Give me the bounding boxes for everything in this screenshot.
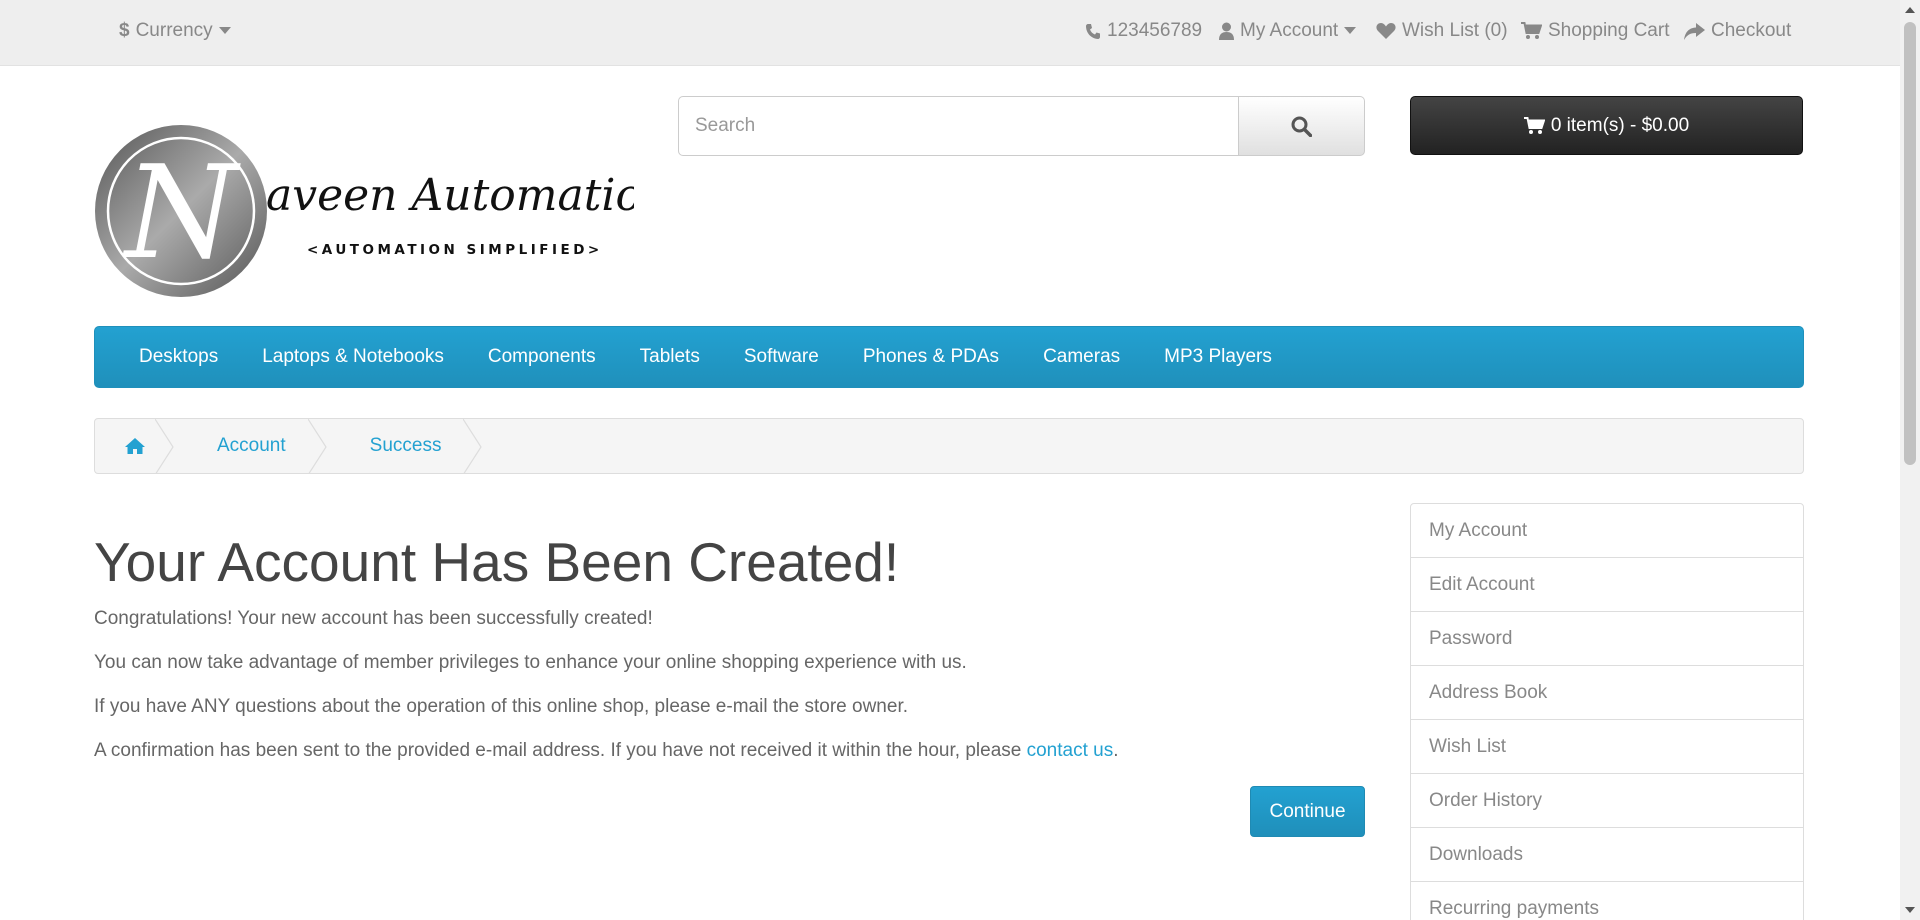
page-title: Your Account Has Been Created! [94,531,900,593]
success-message: Congratulations! Your new account has be… [94,608,653,629]
main-menu: Desktops Laptops & Notebooks Components … [94,326,1804,388]
menu-item-phones-pdas[interactable]: Phones & PDAs [841,346,1021,368]
main-content: Your Account Has Been Created! Congratul… [94,530,1364,784]
scroll-down-arrow-icon[interactable] [1904,904,1916,916]
wishlist-link[interactable]: Wish List (0) [1376,19,1508,43]
checkout-label: Checkout [1711,20,1792,41]
caret-down-icon [218,27,231,35]
menu-item-cameras[interactable]: Cameras [1021,346,1142,368]
site-logo[interactable]: N aveen Automation Labs <AUTOMATION SIMP… [94,124,634,299]
breadcrumb-success-label: Success [369,435,442,456]
breadcrumb-account-label: Account [217,435,286,456]
menu-item-mp3-players[interactable]: MP3 Players [1142,346,1294,368]
sidebar-item-edit-account[interactable]: Edit Account [1410,557,1804,612]
scrollbar-thumb[interactable] [1904,22,1916,465]
search-icon [1291,116,1312,137]
logo-letter: N [122,139,241,288]
menu-item-components[interactable]: Components [466,346,618,368]
sidebar-item-my-account[interactable]: My Account [1410,503,1804,558]
confirmation-text: A confirmation has been sent to the prov… [94,740,1027,761]
sidebar-item-recurring-payments[interactable]: Recurring payments [1410,881,1804,920]
menu-item-software[interactable]: Software [722,346,841,368]
shopping-cart-label: Shopping Cart [1548,20,1670,41]
account-sidebar: My Account Edit Account Password Address… [1410,503,1804,920]
breadcrumb-home[interactable] [95,419,174,473]
caret-down-icon [1344,27,1357,35]
logo-tagline: <AUTOMATION SIMPLIFIED> [307,242,603,258]
breadcrumb-success[interactable]: Success [326,419,483,473]
my-account-dropdown[interactable]: My Account [1219,19,1357,43]
home-icon [125,437,145,455]
confirmation-message: A confirmation has been sent to the prov… [94,740,1364,762]
page-scrollbar[interactable] [1900,0,1920,920]
search-bar [678,96,1365,156]
scroll-up-arrow-icon[interactable] [1904,4,1916,16]
shopping-cart-link[interactable]: Shopping Cart [1521,19,1669,43]
share-arrow-icon [1684,22,1705,40]
cart-icon [1521,22,1542,40]
heart-icon [1376,22,1396,40]
privileges-message: You can now take advantage of member pri… [94,652,967,673]
sidebar-item-address-book[interactable]: Address Book [1410,665,1804,720]
sidebar-item-order-history[interactable]: Order History [1410,773,1804,828]
cart-summary-label: 0 item(s) - $0.00 [1550,114,1690,136]
sidebar-item-password[interactable]: Password [1410,611,1804,666]
top-bar: $ Currency 123456789 My Account Wish Lis… [0,0,1900,66]
search-button[interactable] [1239,96,1365,156]
checkout-link[interactable]: Checkout [1684,19,1791,43]
sidebar-item-wish-list[interactable]: Wish List [1410,719,1804,774]
currency-label: Currency [135,20,213,41]
search-input[interactable] [678,96,1239,156]
cart-summary-button[interactable]: 0 item(s) - $0.00 [1410,96,1803,155]
my-account-label: My Account [1240,20,1339,41]
breadcrumb-account[interactable]: Account [173,419,327,473]
logo-title: aveen Automation Labs [266,170,634,221]
user-icon [1219,22,1234,40]
currency-dropdown[interactable]: $ Currency [119,19,231,43]
phone-number: 123456789 [1107,20,1203,41]
dollar-icon: $ [119,20,130,41]
cart-icon [1523,116,1545,135]
menu-item-tablets[interactable]: Tablets [618,346,722,368]
wishlist-label: Wish List (0) [1402,20,1508,41]
menu-item-desktops[interactable]: Desktops [117,346,240,368]
breadcrumb-separator [463,419,483,473]
sidebar-item-downloads[interactable]: Downloads [1410,827,1804,882]
contact-us-link[interactable]: contact us [1027,740,1114,761]
breadcrumb: Account Success [94,418,1804,474]
confirmation-end: . [1113,740,1119,761]
phone-icon [1085,23,1101,40]
menu-item-laptops-notebooks[interactable]: Laptops & Notebooks [240,346,466,368]
questions-message: If you have ANY questions about the oper… [94,696,909,717]
continue-button[interactable]: Continue [1250,786,1365,837]
phone-link[interactable]: 123456789 [1085,19,1202,43]
